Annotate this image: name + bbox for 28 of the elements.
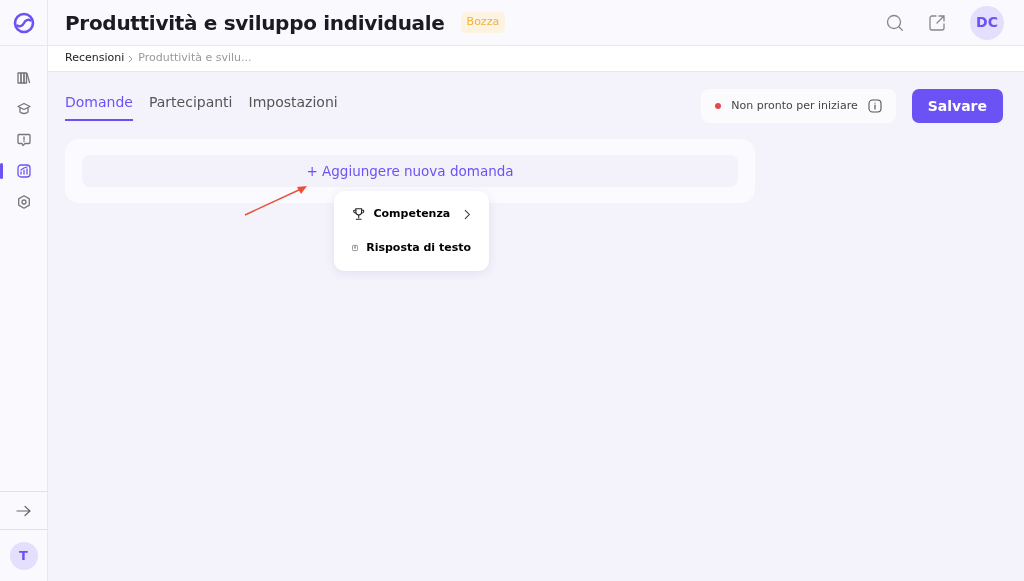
menu-item[interactable]: Risposta di testo <box>334 231 489 265</box>
add-question-button[interactable]: + Aggiungere nuova domanda <box>82 155 738 187</box>
settings-icon[interactable] <box>16 193 32 210</box>
page-title: Produttività e sviluppo individuale <box>65 9 445 37</box>
tab[interactable]: Partecipanti <box>148 91 233 121</box>
graduation-cap-icon[interactable] <box>16 100 32 117</box>
logo-icon <box>12 11 35 34</box>
status-text: Non pronto per iniziare <box>731 97 858 114</box>
chart-icon[interactable] <box>16 162 32 179</box>
trophy-icon <box>352 207 366 221</box>
external-link-icon[interactable] <box>928 13 946 32</box>
avatar[interactable]: DC <box>970 5 1004 40</box>
status-badge: Bozza <box>460 12 506 33</box>
chevron-right-icon <box>128 54 135 63</box>
search-icon[interactable] <box>886 13 904 32</box>
breadcrumb-link[interactable]: Recensioni <box>65 50 125 67</box>
breadcrumb-current: Produttività e svilu... <box>138 50 252 67</box>
save-button[interactable]: Salvare <box>911 89 1003 123</box>
info-icon[interactable] <box>867 99 882 113</box>
arrow-right-icon[interactable] <box>15 504 32 517</box>
chevron-right-icon <box>464 208 471 220</box>
tab[interactable]: Domande <box>65 91 133 121</box>
annotation-arrow <box>243 183 309 217</box>
tab[interactable]: Impostazioni <box>248 91 338 121</box>
menu-item[interactable]: Competenza <box>334 197 489 231</box>
chat-icon[interactable] <box>16 131 32 148</box>
avatar[interactable]: T <box>9 541 38 570</box>
books-icon[interactable] <box>16 69 32 86</box>
